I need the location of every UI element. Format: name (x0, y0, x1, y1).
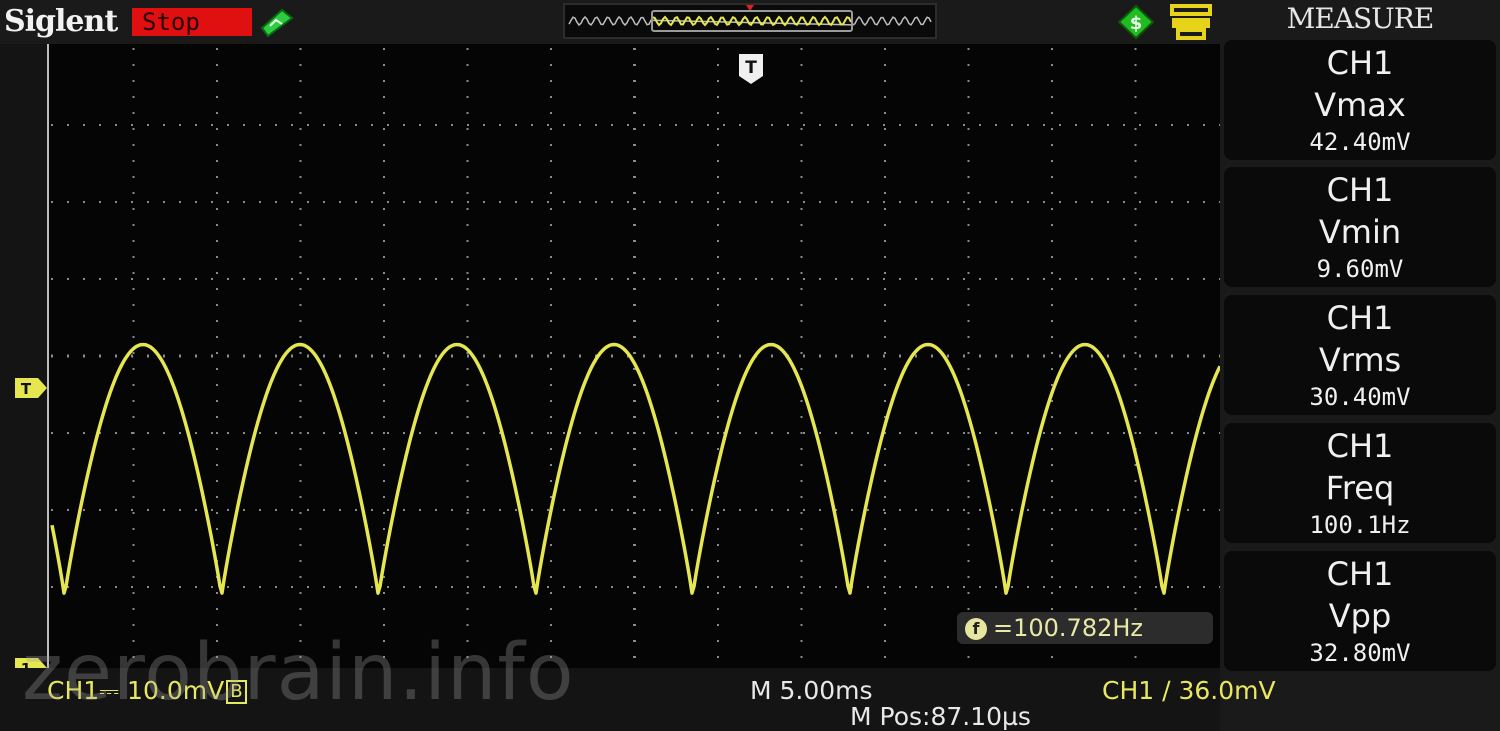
measure-item-vmax[interactable]: CH1 Vmax 42.40mV (1224, 40, 1496, 160)
frequency-counter-value: =100.782Hz (993, 614, 1143, 642)
measure-name: Vmax (1314, 86, 1406, 124)
overview-window-frame[interactable] (651, 10, 853, 32)
trigger-setting-readout[interactable]: CH1 ∕ 36.0mV (1102, 676, 1276, 705)
trigger-armed-icon (258, 6, 296, 40)
watermark: zerobrain.info (22, 628, 575, 718)
brand-logo: Siglent (4, 4, 118, 39)
measure-item-freq[interactable]: CH1 Freq 100.1Hz (1224, 423, 1496, 543)
measure-panel-title: MEASURE (1286, 2, 1435, 35)
measure-item-vpp[interactable]: CH1 Vpp 32.80mV (1224, 551, 1496, 671)
measure-name: Vpp (1328, 597, 1392, 635)
measure-value: 9.60mV (1316, 255, 1404, 283)
measure-name: Vmin (1318, 213, 1402, 251)
measure-item-vmin[interactable]: CH1 Vmin 9.60mV (1224, 167, 1496, 287)
measure-panel: MEASURE CH1 Vmax 42.40mV CH1 Vmin 9.60mV… (1220, 0, 1500, 731)
measure-value: 30.40mV (1309, 383, 1411, 411)
memory-overview-bar[interactable] (563, 3, 937, 39)
run-stop-indicator[interactable]: Stop (132, 8, 252, 36)
measure-value: 32.80mV (1309, 639, 1411, 667)
svg-text:$: $ (1130, 13, 1143, 34)
timebase-readout[interactable]: M 5.00ms (750, 676, 873, 705)
measure-source: CH1 (1326, 555, 1394, 593)
measure-source: CH1 (1326, 171, 1394, 209)
measure-name: Vrms (1318, 341, 1402, 379)
measure-item-vrms[interactable]: CH1 Vrms 30.40mV (1224, 295, 1496, 415)
measure-source: CH1 (1326, 44, 1394, 82)
frequency-counter-icon: f (965, 618, 987, 640)
measure-source: CH1 (1326, 427, 1394, 465)
trigger-position-icon[interactable]: T (736, 52, 766, 86)
measure-value: 100.1Hz (1309, 511, 1411, 539)
frequency-counter-readout: f =100.782Hz (957, 612, 1213, 644)
top-status-bar: Siglent Stop $ (0, 0, 1220, 44)
usb-icon: $ (1113, 4, 1159, 40)
measure-source: CH1 (1326, 299, 1394, 337)
trigger-level-icon[interactable]: T (14, 377, 48, 399)
ch1-trace (50, 342, 1220, 595)
measure-name: Freq (1325, 469, 1395, 507)
horizontal-position-readout[interactable]: M Pos:87.10µs (850, 702, 1031, 731)
measure-value: 42.40mV (1309, 128, 1411, 156)
trigger-level-label: T (21, 380, 32, 398)
waveform-display[interactable] (47, 44, 1220, 668)
print-icon[interactable] (1168, 2, 1214, 42)
trigger-position-label: T (745, 58, 757, 78)
